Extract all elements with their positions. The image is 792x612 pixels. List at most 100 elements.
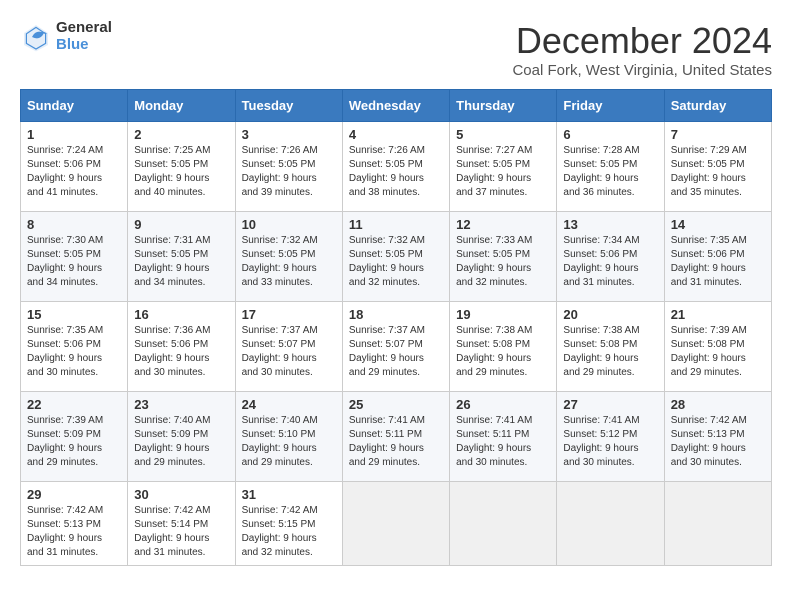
day-info: Sunrise: 7:32 AMSunset: 5:05 PMDaylight:…	[242, 235, 318, 288]
day-info: Sunrise: 7:35 AMSunset: 5:06 PMDaylight:…	[27, 325, 103, 378]
logo-blue: Blue	[56, 37, 112, 54]
day-info: Sunrise: 7:41 AMSunset: 5:11 PMDaylight:…	[349, 415, 425, 468]
table-row: 4 Sunrise: 7:26 AMSunset: 5:05 PMDayligh…	[342, 122, 449, 212]
header-saturday: Saturday	[664, 90, 771, 122]
table-row: 1 Sunrise: 7:24 AMSunset: 5:06 PMDayligh…	[21, 122, 128, 212]
day-number: 20	[563, 307, 657, 322]
table-row: 8 Sunrise: 7:30 AMSunset: 5:05 PMDayligh…	[21, 212, 128, 302]
table-row: 16 Sunrise: 7:36 AMSunset: 5:06 PMDaylig…	[128, 302, 235, 392]
table-row: 14 Sunrise: 7:35 AMSunset: 5:06 PMDaylig…	[664, 212, 771, 302]
day-info: Sunrise: 7:26 AMSunset: 5:05 PMDaylight:…	[242, 145, 318, 198]
day-info: Sunrise: 7:41 AMSunset: 5:12 PMDaylight:…	[563, 415, 639, 468]
table-row: 22 Sunrise: 7:39 AMSunset: 5:09 PMDaylig…	[21, 392, 128, 482]
header-tuesday: Tuesday	[235, 90, 342, 122]
day-info: Sunrise: 7:37 AMSunset: 5:07 PMDaylight:…	[349, 325, 425, 378]
day-number: 12	[456, 217, 550, 232]
day-info: Sunrise: 7:27 AMSunset: 5:05 PMDaylight:…	[456, 145, 532, 198]
table-row: 26 Sunrise: 7:41 AMSunset: 5:11 PMDaylig…	[450, 392, 557, 482]
logo-general: General	[56, 20, 112, 37]
day-number: 18	[349, 307, 443, 322]
table-row: 6 Sunrise: 7:28 AMSunset: 5:05 PMDayligh…	[557, 122, 664, 212]
day-number: 2	[134, 127, 228, 142]
day-info: Sunrise: 7:34 AMSunset: 5:06 PMDaylight:…	[563, 235, 639, 288]
day-info: Sunrise: 7:30 AMSunset: 5:05 PMDaylight:…	[27, 235, 103, 288]
day-number: 14	[671, 217, 765, 232]
table-row	[557, 482, 664, 566]
table-row: 11 Sunrise: 7:32 AMSunset: 5:05 PMDaylig…	[342, 212, 449, 302]
day-number: 19	[456, 307, 550, 322]
header-wednesday: Wednesday	[342, 90, 449, 122]
title-section: December 2024 Coal Fork, West Virginia, …	[512, 20, 772, 79]
logo: General Blue	[20, 20, 112, 53]
table-row: 2 Sunrise: 7:25 AMSunset: 5:05 PMDayligh…	[128, 122, 235, 212]
day-number: 17	[242, 307, 336, 322]
day-info: Sunrise: 7:26 AMSunset: 5:05 PMDaylight:…	[349, 145, 425, 198]
table-row: 12 Sunrise: 7:33 AMSunset: 5:05 PMDaylig…	[450, 212, 557, 302]
page-container: General Blue December 2024 Coal Fork, We…	[20, 20, 772, 566]
table-row: 29 Sunrise: 7:42 AMSunset: 5:13 PMDaylig…	[21, 482, 128, 566]
day-number: 6	[563, 127, 657, 142]
table-row	[664, 482, 771, 566]
table-row	[450, 482, 557, 566]
day-info: Sunrise: 7:33 AMSunset: 5:05 PMDaylight:…	[456, 235, 532, 288]
table-row: 19 Sunrise: 7:38 AMSunset: 5:08 PMDaylig…	[450, 302, 557, 392]
day-number: 27	[563, 397, 657, 412]
day-info: Sunrise: 7:40 AMSunset: 5:09 PMDaylight:…	[134, 415, 210, 468]
table-row: 13 Sunrise: 7:34 AMSunset: 5:06 PMDaylig…	[557, 212, 664, 302]
day-info: Sunrise: 7:42 AMSunset: 5:13 PMDaylight:…	[27, 505, 103, 558]
day-info: Sunrise: 7:35 AMSunset: 5:06 PMDaylight:…	[671, 235, 747, 288]
table-row: 20 Sunrise: 7:38 AMSunset: 5:08 PMDaylig…	[557, 302, 664, 392]
table-row: 28 Sunrise: 7:42 AMSunset: 5:13 PMDaylig…	[664, 392, 771, 482]
day-number: 8	[27, 217, 121, 232]
day-number: 1	[27, 127, 121, 142]
day-number: 5	[456, 127, 550, 142]
day-number: 4	[349, 127, 443, 142]
logo-text: General Blue	[56, 20, 112, 53]
logo-icon	[20, 21, 52, 53]
day-number: 25	[349, 397, 443, 412]
location-title: Coal Fork, West Virginia, United States	[512, 62, 772, 79]
day-number: 28	[671, 397, 765, 412]
table-row: 18 Sunrise: 7:37 AMSunset: 5:07 PMDaylig…	[342, 302, 449, 392]
day-number: 9	[134, 217, 228, 232]
day-info: Sunrise: 7:29 AMSunset: 5:05 PMDaylight:…	[671, 145, 747, 198]
day-info: Sunrise: 7:42 AMSunset: 5:14 PMDaylight:…	[134, 505, 210, 558]
day-info: Sunrise: 7:31 AMSunset: 5:05 PMDaylight:…	[134, 235, 210, 288]
table-row: 10 Sunrise: 7:32 AMSunset: 5:05 PMDaylig…	[235, 212, 342, 302]
table-row: 25 Sunrise: 7:41 AMSunset: 5:11 PMDaylig…	[342, 392, 449, 482]
day-info: Sunrise: 7:41 AMSunset: 5:11 PMDaylight:…	[456, 415, 532, 468]
day-info: Sunrise: 7:24 AMSunset: 5:06 PMDaylight:…	[27, 145, 103, 198]
header: General Blue December 2024 Coal Fork, We…	[20, 20, 772, 79]
day-info: Sunrise: 7:38 AMSunset: 5:08 PMDaylight:…	[456, 325, 532, 378]
table-row: 30 Sunrise: 7:42 AMSunset: 5:14 PMDaylig…	[128, 482, 235, 566]
day-number: 31	[242, 487, 336, 502]
day-info: Sunrise: 7:32 AMSunset: 5:05 PMDaylight:…	[349, 235, 425, 288]
day-info: Sunrise: 7:40 AMSunset: 5:10 PMDaylight:…	[242, 415, 318, 468]
header-sunday: Sunday	[21, 90, 128, 122]
day-info: Sunrise: 7:38 AMSunset: 5:08 PMDaylight:…	[563, 325, 639, 378]
day-number: 16	[134, 307, 228, 322]
table-row: 27 Sunrise: 7:41 AMSunset: 5:12 PMDaylig…	[557, 392, 664, 482]
day-number: 30	[134, 487, 228, 502]
day-number: 21	[671, 307, 765, 322]
day-number: 11	[349, 217, 443, 232]
day-info: Sunrise: 7:39 AMSunset: 5:09 PMDaylight:…	[27, 415, 103, 468]
day-info: Sunrise: 7:42 AMSunset: 5:13 PMDaylight:…	[671, 415, 747, 468]
table-row: 3 Sunrise: 7:26 AMSunset: 5:05 PMDayligh…	[235, 122, 342, 212]
day-number: 22	[27, 397, 121, 412]
day-number: 7	[671, 127, 765, 142]
table-row: 7 Sunrise: 7:29 AMSunset: 5:05 PMDayligh…	[664, 122, 771, 212]
table-row: 31 Sunrise: 7:42 AMSunset: 5:15 PMDaylig…	[235, 482, 342, 566]
day-number: 13	[563, 217, 657, 232]
day-info: Sunrise: 7:42 AMSunset: 5:15 PMDaylight:…	[242, 505, 318, 558]
header-thursday: Thursday	[450, 90, 557, 122]
table-row: 9 Sunrise: 7:31 AMSunset: 5:05 PMDayligh…	[128, 212, 235, 302]
header-friday: Friday	[557, 90, 664, 122]
day-info: Sunrise: 7:28 AMSunset: 5:05 PMDaylight:…	[563, 145, 639, 198]
day-info: Sunrise: 7:39 AMSunset: 5:08 PMDaylight:…	[671, 325, 747, 378]
day-number: 15	[27, 307, 121, 322]
day-number: 10	[242, 217, 336, 232]
header-monday: Monday	[128, 90, 235, 122]
table-row: 23 Sunrise: 7:40 AMSunset: 5:09 PMDaylig…	[128, 392, 235, 482]
table-row: 24 Sunrise: 7:40 AMSunset: 5:10 PMDaylig…	[235, 392, 342, 482]
